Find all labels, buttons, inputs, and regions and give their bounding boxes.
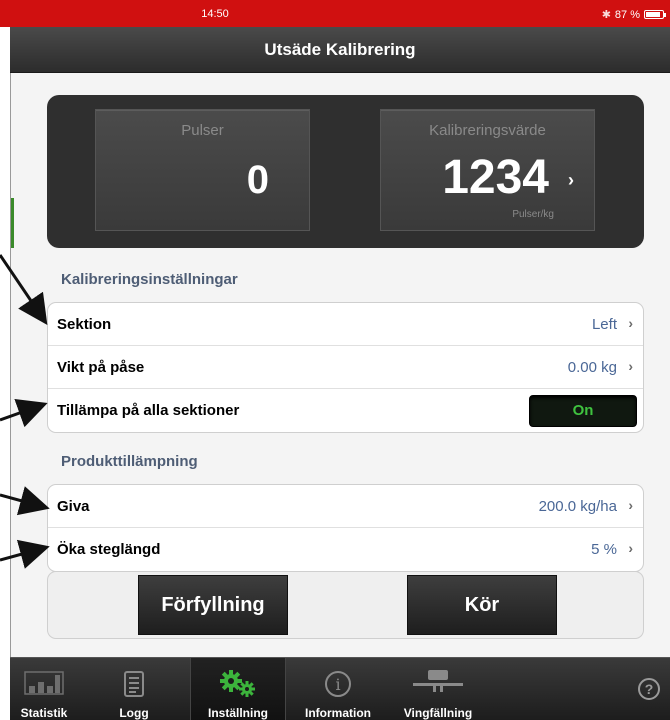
content-area: Pulser 0 Kalibreringsvärde 1234 › Pulser… bbox=[10, 73, 670, 657]
row-value: 200.0 kg/ha bbox=[538, 498, 617, 515]
row-rate[interactable]: Giva 200.0 kg/ha › bbox=[48, 485, 643, 528]
chevron-right-icon: › bbox=[628, 497, 633, 513]
row-bag-weight[interactable]: Vikt på påse 0.00 kg › bbox=[48, 346, 643, 389]
row-section[interactable]: Sektion Left › bbox=[48, 303, 643, 346]
bluetooth-icon: ✱ bbox=[601, 9, 611, 21]
tab-installning[interactable]: Inställning bbox=[190, 658, 286, 720]
wing-fold-icon bbox=[413, 670, 463, 692]
navigation-bar: Utsäde Kalibrering bbox=[10, 27, 670, 73]
tab-statistik[interactable]: Statistik bbox=[10, 658, 78, 720]
notepad-icon bbox=[124, 671, 144, 697]
battery-icon bbox=[644, 10, 666, 19]
prefill-button[interactable]: Förfyllning bbox=[138, 575, 288, 635]
pulses-value: 0 bbox=[246, 158, 269, 202]
row-label: Öka steglängd bbox=[57, 541, 161, 558]
calibration-unit: Pulser/kg bbox=[512, 209, 554, 220]
row-label: Giva bbox=[57, 498, 90, 515]
run-button[interactable]: Kör bbox=[407, 575, 557, 635]
row-label: Tillämpa på alla sektioner bbox=[57, 402, 240, 419]
pulse-panel: Pulser 0 Kalibreringsvärde 1234 › Pulser… bbox=[47, 95, 644, 248]
pulses-box: Pulser 0 bbox=[95, 109, 310, 231]
tab-logg[interactable]: Logg bbox=[94, 658, 174, 720]
section-header-calibration-settings: Kalibreringsinställningar bbox=[61, 271, 238, 288]
chevron-right-icon: › bbox=[628, 358, 633, 374]
tab-label: Information bbox=[305, 706, 371, 720]
chevron-right-icon: › bbox=[628, 540, 633, 556]
left-edge-indicator bbox=[11, 198, 14, 248]
apply-all-toggle[interactable]: On bbox=[529, 395, 637, 427]
gears-icon bbox=[220, 670, 255, 697]
status-time: 14:50 bbox=[201, 8, 229, 20]
calibration-value: 1234 bbox=[442, 151, 549, 204]
page-title: Utsäde Kalibrering bbox=[264, 40, 416, 59]
calibration-value-button[interactable]: Kalibreringsvärde 1234 › Pulser/kg bbox=[380, 109, 595, 231]
tab-vingfallning[interactable]: Vingfällning bbox=[390, 658, 486, 720]
battery-level bbox=[646, 12, 660, 17]
tab-label: Vingfällning bbox=[403, 706, 473, 720]
calibration-settings-group: Sektion Left › Vikt på påse 0.00 kg › Ti… bbox=[47, 302, 644, 433]
chevron-right-icon: › bbox=[628, 315, 633, 331]
action-area: Förfyllning Kör bbox=[47, 571, 644, 639]
status-indicators: ✱ 87 % bbox=[601, 8, 666, 21]
info-icon: i bbox=[325, 671, 351, 697]
calibration-label: Kalibreringsvärde bbox=[429, 122, 546, 139]
row-value: 0.00 kg bbox=[567, 359, 617, 376]
tab-label: Logg bbox=[119, 706, 149, 720]
section-header-product-application: Produkttillämpning bbox=[61, 453, 198, 470]
tab-bar: Statistik Logg Inställning i Information… bbox=[10, 657, 670, 720]
row-label: Vikt på påse bbox=[57, 359, 145, 376]
page: 14:50 ✱ 87 % Utsäde Kalibrering Pulser 0… bbox=[0, 0, 670, 720]
bar-chart-icon bbox=[24, 671, 64, 695]
row-value: Left bbox=[591, 316, 617, 333]
row-apply-all-sections: Tillämpa på alla sektioner On bbox=[48, 389, 643, 432]
svg-text:i: i bbox=[335, 675, 340, 694]
status-bar: 14:50 ✱ 87 % bbox=[0, 0, 670, 27]
chevron-right-icon: › bbox=[568, 170, 574, 190]
row-step-increase[interactable]: Öka steglängd 5 % › bbox=[48, 528, 643, 571]
help-icon[interactable]: ? bbox=[638, 678, 660, 700]
tab-label: Inställning bbox=[208, 706, 268, 720]
tab-information[interactable]: i Information bbox=[293, 658, 383, 720]
row-label: Sektion bbox=[57, 316, 112, 333]
pulses-label: Pulser bbox=[181, 122, 224, 139]
tab-label: Statistik bbox=[20, 706, 68, 720]
battery-percent: 87 % bbox=[614, 8, 640, 21]
row-value: 5 % bbox=[591, 541, 617, 558]
product-application-group: Giva 200.0 kg/ha › Öka steglängd 5 % › bbox=[47, 484, 644, 572]
